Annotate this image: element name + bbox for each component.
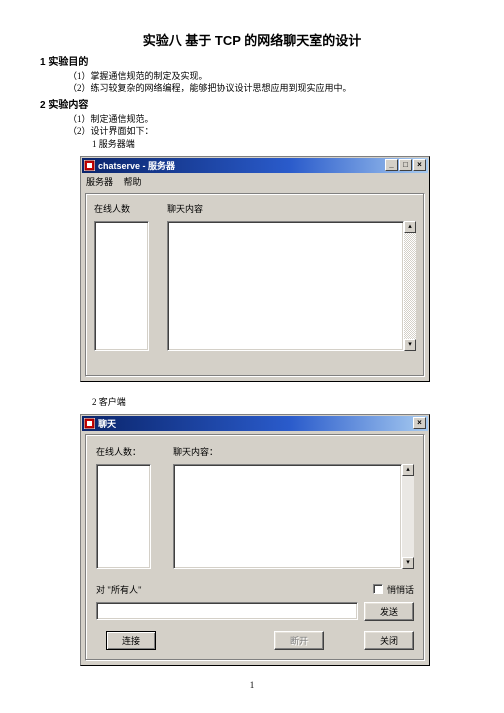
server-online-listbox[interactable] [94, 221, 149, 351]
server-menubar: 服务器 帮助 [82, 173, 428, 190]
scroll-up-icon[interactable]: ▴ [402, 464, 414, 476]
subsection-2-heading: 2 客户端 [92, 396, 464, 408]
client-title-text: 聊天 [98, 417, 116, 430]
whisper-checkbox[interactable] [373, 584, 383, 594]
disconnect-button[interactable]: 断开 [274, 631, 324, 650]
scroll-down-icon[interactable]: ▾ [402, 557, 414, 569]
server-window: chatserve - 服务器 _ □ × 服务器 帮助 在线人数 聊天内容 [80, 156, 430, 382]
minimize-button[interactable]: _ [385, 159, 398, 171]
subsection-1-heading: 1 服务器端 [92, 138, 464, 150]
section-1-item-1: （1）掌握通信规范的制定及实现。 [68, 70, 464, 82]
menu-server[interactable]: 服务器 [86, 177, 113, 187]
server-title-text: chatserve - 服务器 [98, 159, 175, 172]
page-number: 1 [40, 680, 464, 690]
client-window: 聊天 × 在线人数： 聊天内容： ▴ [80, 414, 430, 666]
section-1-heading: 1 实验目的 [40, 53, 464, 68]
server-titlebar: chatserve - 服务器 _ □ × [82, 158, 428, 173]
doc-title: 实验八 基于 TCP 的网络聊天室的设计 [40, 30, 464, 49]
section-1-item-2: （2）练习较复杂的网络编程，能够把协议设计思想应用到现实应用中。 [68, 82, 464, 94]
whisper-label: 悄悄话 [387, 583, 414, 596]
maximize-button[interactable]: □ [399, 159, 412, 171]
client-online-label: 在线人数： [96, 445, 151, 458]
section-2-heading: 2 实验内容 [40, 96, 464, 111]
server-chat-textarea[interactable] [167, 221, 404, 351]
server-chat-scrollbar[interactable]: ▴ ▾ [404, 221, 416, 351]
client-content-label: 聊天内容： [173, 445, 414, 458]
close-window-button[interactable]: 关闭 [364, 631, 414, 650]
close-button[interactable]: × [413, 417, 426, 429]
server-online-label: 在线人数 [94, 202, 149, 215]
to-label: 对 "所有人" [96, 583, 142, 596]
scroll-down-icon[interactable]: ▾ [404, 339, 416, 351]
message-input[interactable] [96, 602, 358, 620]
client-online-listbox[interactable] [96, 464, 151, 569]
app-icon [84, 418, 95, 429]
client-titlebar: 聊天 × [82, 416, 428, 431]
connect-button[interactable]: 连接 [106, 631, 156, 650]
menu-help[interactable]: 帮助 [124, 177, 142, 187]
server-content-label: 聊天内容 [167, 202, 416, 215]
section-2-item-2: （2）设计界面如下： [68, 125, 464, 137]
client-chat-textarea[interactable] [173, 464, 402, 569]
section-2-item-1: （1）制定通信规范。 [68, 113, 464, 125]
scroll-up-icon[interactable]: ▴ [404, 221, 416, 233]
app-icon [84, 160, 95, 171]
client-chat-scrollbar[interactable]: ▴ ▾ [402, 464, 414, 569]
send-button[interactable]: 发送 [364, 602, 414, 621]
close-button[interactable]: × [413, 159, 426, 171]
